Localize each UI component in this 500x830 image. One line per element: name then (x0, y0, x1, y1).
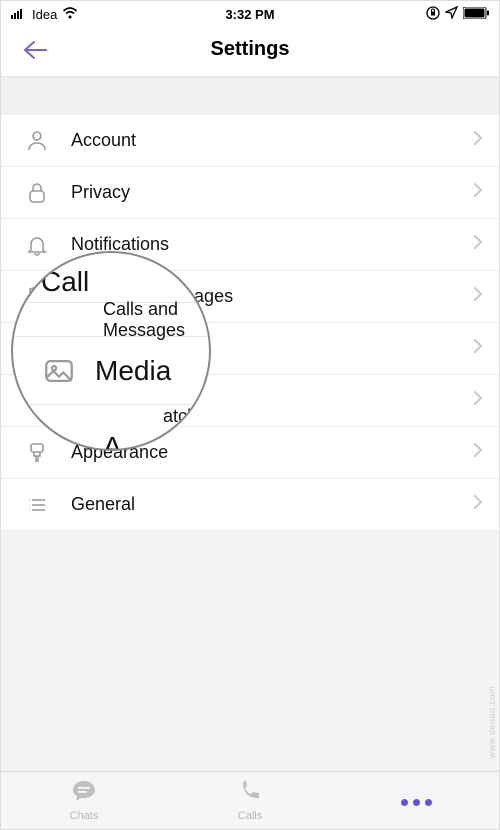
back-arrow-icon (22, 39, 48, 61)
magnifier-partial-label: Calls and Messages (103, 299, 209, 341)
magnifier-partial-label: A (103, 431, 209, 451)
row-privacy[interactable]: Privacy (1, 167, 499, 219)
magnifier-media-label: Media (95, 355, 209, 387)
row-general[interactable]: General (1, 479, 499, 531)
row-label: Notifications (71, 234, 473, 255)
magnifier-media-row: Media (13, 337, 209, 405)
row-account[interactable]: Account (1, 115, 499, 167)
location-icon (445, 6, 458, 22)
chat-icon (71, 779, 97, 808)
watermark: www.deuaq.com (487, 686, 497, 759)
back-button[interactable] (15, 30, 55, 70)
chevron-right-icon (473, 286, 483, 307)
row-label: Account (71, 130, 473, 151)
magnifier-callout: Call Calls and Messages Media atch A (11, 251, 211, 451)
magnifier-partial-label: Call (41, 266, 209, 298)
row-label: General (71, 494, 473, 515)
carrier-label: Idea (32, 7, 57, 22)
chevron-right-icon (473, 130, 483, 151)
phone-icon (238, 779, 262, 808)
magnifier-partial-label: atch (163, 406, 209, 427)
chevron-right-icon (473, 338, 483, 359)
clock-label: 3:32 PM (225, 7, 274, 22)
chevron-right-icon (473, 442, 483, 463)
lock-icon (23, 179, 51, 207)
chevron-right-icon (473, 494, 483, 515)
row-label: Privacy (71, 182, 473, 203)
section-gap (1, 77, 499, 115)
wifi-icon (62, 7, 78, 22)
tab-calls[interactable]: Calls (167, 772, 333, 829)
chevron-right-icon (473, 234, 483, 255)
tab-more[interactable] (333, 772, 499, 829)
tab-chats[interactable]: Chats (1, 772, 167, 829)
lock-rotation-icon (426, 6, 440, 23)
list-icon (23, 491, 51, 519)
battery-icon (463, 7, 489, 22)
chevron-right-icon (473, 390, 483, 411)
signal-icon (11, 7, 27, 22)
more-icon (401, 799, 432, 806)
tab-label: Calls (238, 810, 262, 822)
tab-bar: Chats Calls (1, 771, 499, 829)
tab-label: Chats (70, 810, 99, 822)
nav-header: Settings (1, 23, 499, 77)
image-icon (41, 353, 77, 389)
status-bar: Idea 3:32 PM (1, 1, 499, 23)
account-icon (23, 127, 51, 155)
page-title: Settings (211, 38, 290, 61)
chevron-right-icon (473, 182, 483, 203)
